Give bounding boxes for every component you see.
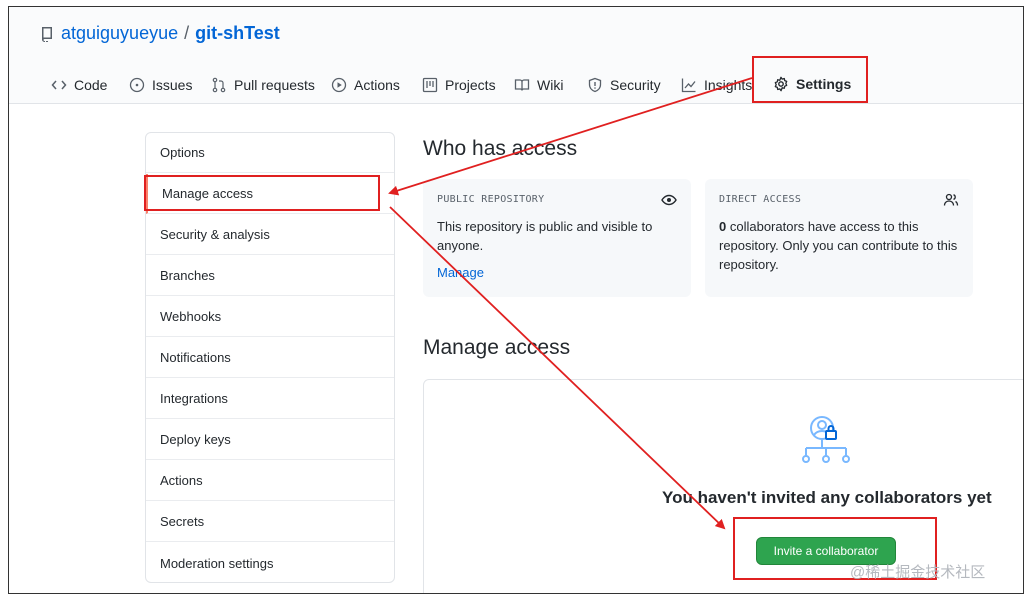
sidebar-item-webhooks[interactable]: Webhooks: [146, 297, 394, 337]
direct-text-line: 0 collaborators have access to this: [719, 217, 957, 236]
sidebar-item-label: Branches: [160, 268, 215, 283]
issue-icon: [129, 77, 145, 93]
sidebar-item-secrets[interactable]: Secrets: [146, 502, 394, 542]
public-text-line: This repository is public and visible to: [437, 219, 653, 234]
tab-label: Security: [610, 77, 661, 93]
repo-header: atguiguyueyue / git-shTest Code Issues P…: [9, 7, 1023, 104]
who-has-access-heading: Who has access: [423, 137, 578, 160]
tab-label: Wiki: [537, 77, 564, 93]
direct-text-line: repository. Only you can contribute to t…: [719, 238, 958, 253]
public-repository-label: PUBLIC REPOSITORY: [437, 194, 545, 205]
sidebar-item-label: Actions: [160, 473, 203, 488]
direct-access-text: 0 collaborators have access to this repo…: [719, 217, 957, 274]
tab-label: Code: [74, 77, 108, 93]
sidebar-item-branches[interactable]: Branches: [146, 256, 394, 296]
sidebar-item-integrations[interactable]: Integrations: [146, 379, 394, 419]
sidebar-item-label: Secrets: [160, 514, 205, 529]
tab-projects[interactable]: Projects: [422, 67, 496, 103]
direct-text-part: collaborators have access to this: [726, 219, 919, 234]
direct-text-line: repository.: [719, 257, 779, 272]
tab-label: Actions: [354, 77, 400, 93]
repo-separator: /: [184, 23, 190, 43]
tab-actions[interactable]: Actions: [331, 67, 400, 103]
sidebar-item-actions[interactable]: Actions: [146, 461, 394, 501]
annotation-box-settings: [752, 56, 868, 103]
repo-title: atguiguyueyue / git-shTest: [39, 23, 280, 44]
watermark: @稀土掘金技术社区: [850, 564, 986, 581]
sidebar-item-label: Notifications: [160, 350, 231, 365]
no-collaborators-message: You haven't invited any collaborators ye…: [662, 488, 992, 507]
play-icon: [331, 77, 347, 93]
tab-security[interactable]: Security: [587, 67, 661, 103]
pull-request-icon: [212, 77, 226, 93]
book-icon: [514, 79, 530, 91]
manage-visibility-link[interactable]: Manage: [437, 265, 484, 280]
annotation-box-manage-access: [144, 175, 380, 211]
people-icon: [943, 193, 959, 206]
sidebar-item-options[interactable]: Options: [146, 133, 394, 173]
tab-issues[interactable]: Issues: [129, 67, 192, 103]
screenshot-frame: atguiguyueyue / git-shTest Code Issues P…: [8, 6, 1024, 594]
sidebar-item-label: Security & analysis: [160, 227, 270, 242]
sidebar-item-label: Options: [160, 145, 205, 160]
repo-icon: [42, 26, 52, 42]
sidebar-item-security-analysis[interactable]: Security & analysis: [146, 215, 394, 255]
repo-owner-link[interactable]: atguiguyueyue: [61, 23, 178, 44]
manage-access-heading: Manage access: [423, 336, 571, 359]
sidebar-item-moderation-settings[interactable]: Moderation settings: [146, 543, 394, 583]
public-repository-text: This repository is public and visible to…: [437, 217, 652, 255]
tab-label: Insights: [704, 77, 753, 93]
graph-icon: [681, 78, 696, 93]
tab-label: Projects: [445, 77, 496, 93]
sidebar-item-label: Moderation settings: [160, 555, 274, 571]
repo-name-link[interactable]: git-shTest: [195, 23, 280, 44]
public-repository-box: PUBLIC REPOSITORY This repository is pub…: [423, 179, 691, 297]
tab-insights[interactable]: Insights: [681, 67, 752, 103]
sidebar-item-label: Deploy keys: [160, 432, 231, 447]
tab-wiki[interactable]: Wiki: [514, 67, 563, 103]
direct-access-label: DIRECT ACCESS: [719, 194, 802, 205]
sidebar-item-label: Integrations: [160, 391, 228, 406]
tab-label: Issues: [152, 77, 193, 93]
direct-access-box: DIRECT ACCESS 0 collaborators have acces…: [705, 179, 973, 297]
project-icon: [422, 77, 438, 93]
public-text-line: anyone.: [437, 238, 484, 253]
tab-pull-requests[interactable]: Pull requests: [211, 67, 315, 103]
tab-code[interactable]: Code: [51, 67, 107, 103]
sidebar-item-deploy-keys[interactable]: Deploy keys: [146, 420, 394, 460]
code-icon: [51, 80, 67, 90]
shield-icon: [588, 77, 602, 93]
eye-icon: [661, 194, 677, 206]
sidebar-item-label: Webhooks: [160, 309, 222, 324]
collaborators-lock-icon: [802, 416, 850, 463]
tab-label: Pull requests: [234, 77, 315, 93]
sidebar-item-notifications[interactable]: Notifications: [146, 338, 394, 378]
